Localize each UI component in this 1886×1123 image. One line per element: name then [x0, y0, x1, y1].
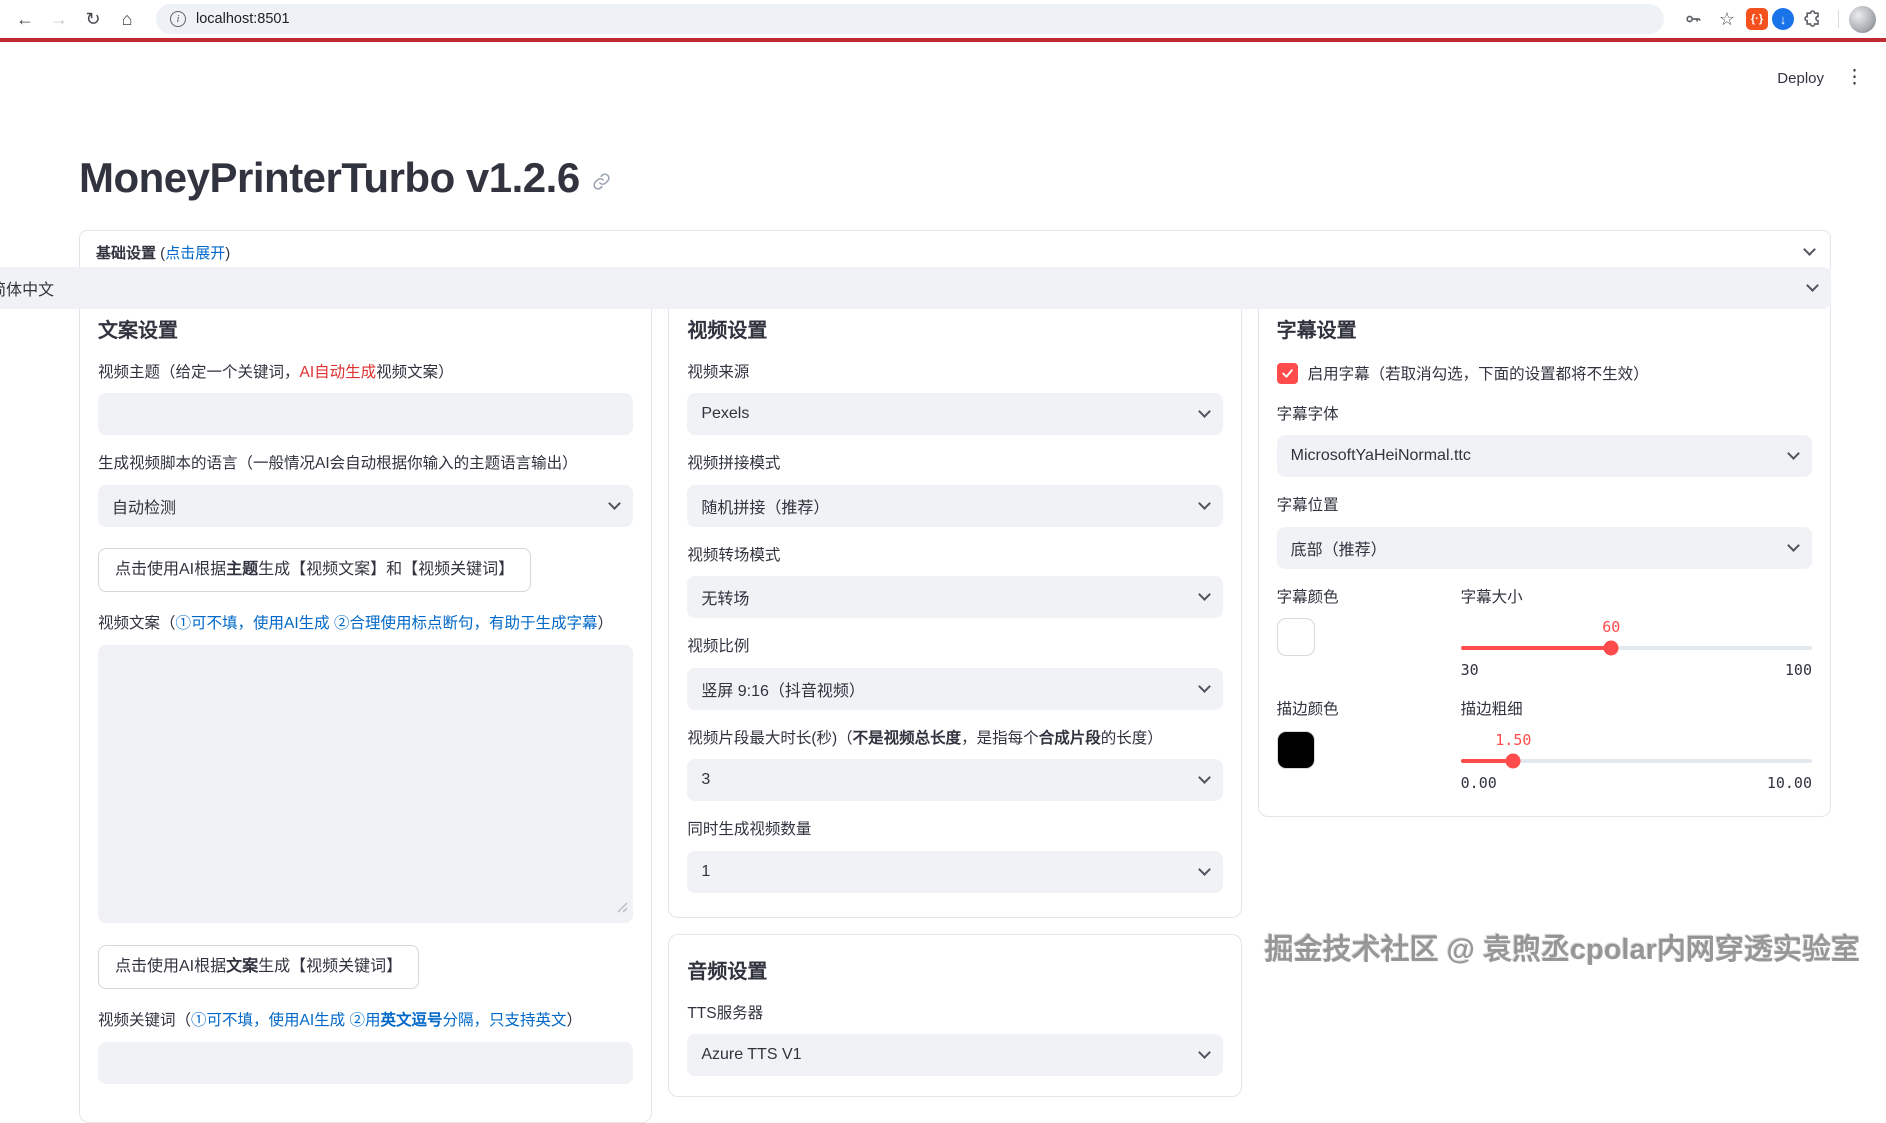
video-keywords-label: 视频关键词（①可不填，使用AI生成 ②用英文逗号分隔，只支持英文） [98, 1012, 583, 1030]
streamlit-decoration-bar [0, 38, 1886, 42]
slider-fill [1460, 646, 1612, 651]
extension-download-icon[interactable]: ↓ [1772, 8, 1794, 30]
audio-settings-card: 音频设置 TTS服务器 Azure TTS V1 [668, 933, 1242, 1098]
video-settings-card: 视频设置 视频来源 Pexels 视频拼接模式 随机拼接（推荐） 视频转场模式 … [668, 293, 1242, 918]
expander-expand-link[interactable]: 点击展开 [165, 245, 225, 262]
chevron-down-icon [1787, 447, 1800, 461]
bookmark-star-icon[interactable]: ☆ [1712, 4, 1742, 34]
subtitle-position-label: 字幕位置 [1276, 497, 1339, 515]
video-source-select[interactable]: Pexels [687, 393, 1223, 436]
slider-max: 100 [1784, 661, 1812, 680]
video-keywords-input[interactable] [98, 1041, 634, 1084]
concat-mode-label: 视频拼接模式 [687, 455, 781, 473]
enable-subtitles-checkbox[interactable] [1276, 362, 1298, 384]
subtitle-color-swatch[interactable] [1276, 618, 1315, 657]
url-text: localhost:8501 [196, 11, 290, 27]
concat-mode-select[interactable]: 随机拼接（推荐） [687, 484, 1223, 527]
aspect-ratio-label: 视频比例 [687, 638, 750, 656]
chevron-down-icon [1197, 497, 1211, 510]
chevron-down-icon [1787, 539, 1800, 552]
extension-orange-icon[interactable]: {·} [1746, 8, 1768, 30]
app-main: MoneyPrinterTurbo v1.2.6 zh - 简体中文 基础设置 … [0, 154, 1886, 1123]
extensions-puzzle-icon[interactable] [1798, 4, 1828, 34]
password-key-icon[interactable] [1678, 4, 1708, 34]
script-settings-heading: 文案设置 [98, 320, 178, 342]
chevron-down-icon [1197, 862, 1211, 876]
tts-server-label: TTS服务器 [687, 1004, 764, 1022]
slider-value: 60 [1602, 618, 1621, 637]
script-language-select[interactable]: 自动检测 [98, 484, 634, 527]
tts-server-select[interactable]: Azure TTS V1 [687, 1034, 1223, 1077]
subtitle-position-select[interactable]: 底部（推荐） [1276, 526, 1812, 569]
expander-title: 基础设置 [96, 244, 157, 262]
video-subject-input[interactable] [98, 393, 634, 436]
generate-keywords-button[interactable]: 点击使用AI根据文案生成【视频关键词】 [98, 944, 420, 990]
subtitle-settings-card: 字幕设置 启用字幕（若取消勾选，下面的设置都将不生效） 字幕字体 Microso… [1257, 293, 1831, 817]
subtitle-settings-heading: 字幕设置 [1276, 320, 1357, 342]
deploy-button[interactable]: Deploy [1777, 70, 1824, 87]
script-settings-card: 文案设置 视频主题（给定一个关键词，AI自动生成视频文案） 生成视频脚本的语言（… [79, 293, 653, 1123]
stroke-color-swatch[interactable] [1276, 730, 1315, 769]
slider-value: 1.50 [1495, 730, 1532, 749]
watermark-text: 掘金技术社区 @ 袁煦丞cpolar内网穿透实验室 [1264, 934, 1860, 966]
stroke-width-label: 描边粗细 [1460, 701, 1523, 719]
address-bar[interactable]: i localhost:8501 [156, 4, 1664, 34]
browser-toolbar: ← → ↻ ⌂ i localhost:8501 ☆ {·} ↓ [0, 0, 1886, 38]
slider-min: 0.00 [1460, 773, 1497, 792]
subtitle-font-label: 字幕字体 [1276, 406, 1339, 423]
anchor-link-icon[interactable] [592, 172, 611, 191]
back-icon[interactable]: ← [10, 4, 40, 34]
home-icon[interactable]: ⌂ [112, 4, 142, 34]
app-menu-icon[interactable]: ⋮ [1845, 66, 1864, 89]
clip-duration-select[interactable]: 3 [687, 759, 1223, 802]
subtitle-font-select[interactable]: MicrosoftYaHeiNormal.ttc [1276, 435, 1812, 478]
slider-thumb[interactable] [1603, 640, 1619, 656]
chevron-down-icon [1197, 588, 1211, 602]
chevron-down-icon [1197, 1046, 1211, 1060]
chevron-down-icon [1803, 243, 1816, 256]
slider-min: 30 [1460, 661, 1479, 680]
chevron-down-icon [1197, 771, 1211, 785]
enable-subtitles-label: 启用字幕（若取消勾选，下面的设置都将不生效） [1307, 366, 1649, 383]
toolbar-divider [1838, 10, 1839, 28]
chevron-down-icon [1197, 680, 1211, 693]
clip-duration-label: 视频片段最大时长(秒)（不是视频总长度，是指每个合成片段的长度） [687, 729, 1163, 747]
video-count-label: 同时生成视频数量 [687, 821, 812, 839]
transition-mode-select[interactable]: 无转场 [687, 576, 1223, 619]
slider-thumb[interactable] [1505, 753, 1521, 769]
slider-track[interactable] [1460, 640, 1812, 656]
profile-avatar[interactable] [1849, 5, 1876, 33]
slider-max: 10.00 [1766, 773, 1812, 792]
subtitle-color-label: 字幕颜色 [1276, 588, 1339, 606]
aspect-ratio-select[interactable]: 竖屏 9:16（抖音视频） [687, 667, 1223, 710]
video-script-textarea[interactable] [98, 644, 634, 923]
chevron-down-icon [1806, 279, 1819, 292]
page-title: MoneyPrinterTurbo v1.2.6 [79, 154, 1831, 202]
video-settings-heading: 视频设置 [687, 320, 768, 342]
video-subject-label: 视频主题（给定一个关键词，AI自动生成视频文案） [98, 364, 454, 381]
generate-script-button[interactable]: 点击使用AI根据主题生成【视频文案】和【视频关键词】 [98, 547, 532, 593]
transition-mode-label: 视频转场模式 [687, 546, 781, 564]
video-count-select[interactable]: 1 [687, 850, 1223, 893]
subtitle-size-label: 字幕大小 [1460, 588, 1523, 606]
site-info-icon[interactable]: i [170, 11, 186, 27]
video-script-label: 视频文案（①可不填，使用AI生成 ②合理使用标点断句，有助于生成字幕） [98, 615, 613, 633]
reload-icon[interactable]: ↻ [78, 4, 108, 34]
script-language-label: 生成视频脚本的语言（一般情况AI会自动根据你输入的主题语言输出） [98, 455, 578, 473]
resize-grip-icon[interactable] [617, 900, 628, 918]
chevron-down-icon [1197, 405, 1211, 419]
slider-track[interactable] [1460, 753, 1812, 769]
subtitle-size-slider[interactable]: 60 30 100 [1460, 618, 1812, 680]
chevron-down-icon [608, 497, 622, 510]
stroke-width-slider[interactable]: 1.50 0.00 10.00 [1460, 730, 1812, 792]
audio-settings-heading: 音频设置 [687, 960, 768, 983]
video-source-label: 视频来源 [687, 364, 750, 381]
ui-language-select[interactable]: zh - 简体中文 [0, 267, 1831, 309]
forward-icon[interactable]: → [44, 4, 74, 34]
stroke-color-label: 描边颜色 [1276, 701, 1339, 719]
